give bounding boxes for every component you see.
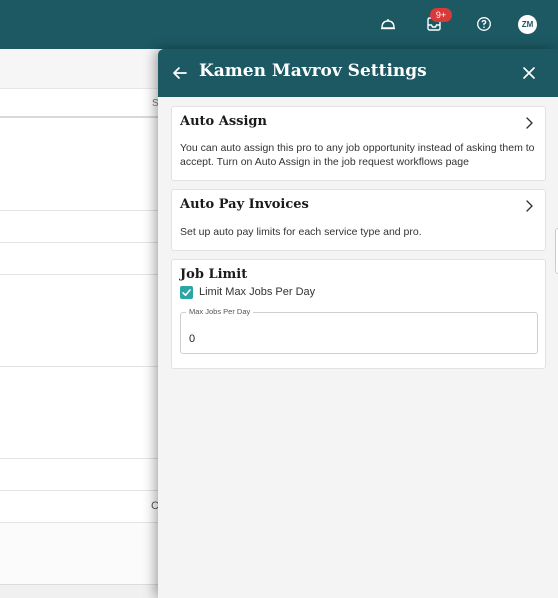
table-row[interactable] xyxy=(0,459,160,491)
auto-pay-invoices-card[interactable]: Auto Pay Invoices Set up auto pay limits… xyxy=(171,189,546,251)
job-limit-title: Job Limit xyxy=(180,267,248,282)
max-jobs-per-day-field: Max Jobs Per Day xyxy=(180,307,538,354)
background-column-header: S xyxy=(0,89,160,118)
limit-max-jobs-checkbox[interactable] xyxy=(180,286,193,299)
chevron-right-icon xyxy=(523,116,535,130)
panel-title: Kamen Mavrov Settings xyxy=(199,61,427,81)
table-row[interactable] xyxy=(0,211,160,243)
background-page: S C xyxy=(0,49,160,598)
settings-panel: Kamen Mavrov Settings Auto Assign You ca… xyxy=(158,49,558,598)
help-icon[interactable] xyxy=(473,13,495,35)
top-app-bar: 9+ ZM xyxy=(0,0,558,49)
table-row[interactable] xyxy=(0,367,160,459)
table-row[interactable] xyxy=(0,118,160,211)
auto-pay-title: Auto Pay Invoices xyxy=(180,197,309,212)
job-limit-card: Job Limit Limit Max Jobs Per Day Max Job… xyxy=(171,259,546,369)
background-header xyxy=(0,49,160,89)
limit-max-jobs-label[interactable]: Limit Max Jobs Per Day xyxy=(199,286,315,298)
notification-badge: 9+ xyxy=(430,8,452,22)
close-icon[interactable] xyxy=(520,64,538,82)
auto-assign-card[interactable]: Auto Assign You can auto assign this pro… xyxy=(171,106,546,181)
auto-pay-description: Set up auto pay limits for each service … xyxy=(180,226,422,238)
auto-assign-title: Auto Assign xyxy=(180,114,267,129)
horizontal-scrollbar[interactable] xyxy=(0,584,160,598)
chevron-right-icon xyxy=(523,199,535,213)
back-arrow-icon[interactable] xyxy=(170,63,190,83)
avatar[interactable]: ZM xyxy=(518,15,537,34)
max-jobs-per-day-input[interactable] xyxy=(181,313,537,353)
table-row[interactable] xyxy=(0,243,160,275)
table-row[interactable]: C xyxy=(0,491,160,523)
service-bell-icon[interactable] xyxy=(377,13,399,35)
panel-header: Kamen Mavrov Settings xyxy=(158,49,558,97)
table-row[interactable] xyxy=(0,275,160,367)
auto-assign-description: You can auto assign this pro to any job … xyxy=(180,142,535,168)
